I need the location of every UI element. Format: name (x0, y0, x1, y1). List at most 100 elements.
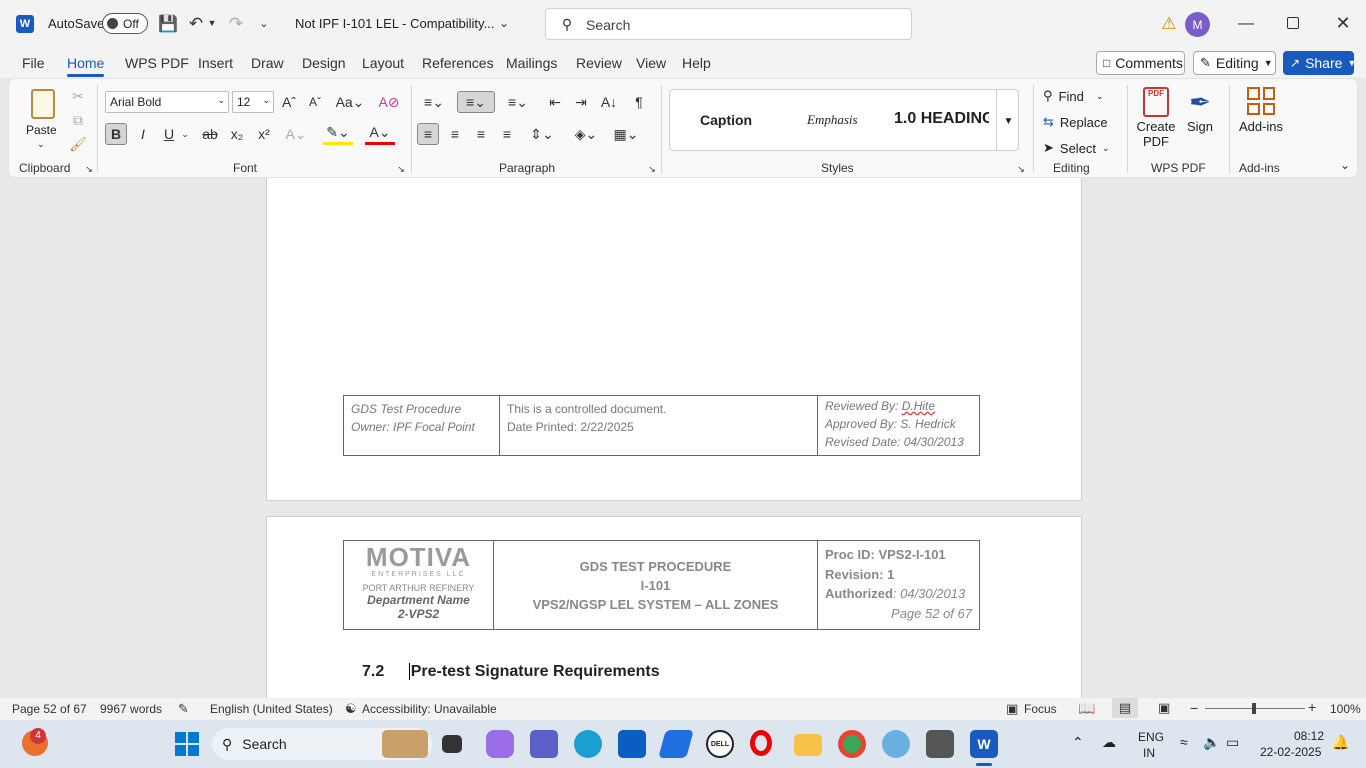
tab-home[interactable]: Home (67, 55, 105, 77)
language-line2[interactable]: IN (1143, 746, 1155, 760)
clock-date[interactable]: 22-02-2025 (1260, 745, 1321, 759)
select-button[interactable]: ➤ Select ⌄ (1043, 137, 1113, 159)
sort-icon[interactable]: A↓ (599, 91, 619, 113)
clock-time[interactable]: 08:12 (1294, 729, 1324, 743)
close-icon[interactable]: ✕ (1333, 13, 1353, 33)
proofing-icon[interactable]: ✎ (178, 701, 189, 717)
tab-draw[interactable]: Draw (251, 55, 284, 71)
decrease-indent-icon[interactable]: ⇤ (545, 91, 565, 113)
zoom-in-icon[interactable]: + (1308, 699, 1316, 715)
underline-button[interactable]: U (159, 123, 179, 145)
search-highlight-icon[interactable] (382, 730, 428, 758)
align-center-button[interactable]: ≡ (445, 123, 465, 145)
shading-icon[interactable]: ◈⌄ (571, 123, 601, 145)
teams-icon[interactable] (530, 730, 558, 758)
app-tool-icon[interactable] (926, 730, 954, 758)
clipboard-launcher-icon[interactable]: ↘ (83, 163, 95, 175)
find-button[interactable]: ⚲ Find ⌄ (1043, 85, 1113, 107)
sign-button[interactable]: ✒ Sign (1181, 85, 1219, 155)
language-line1[interactable]: ENG (1138, 730, 1164, 744)
tab-design[interactable]: Design (302, 55, 346, 71)
zoom-thumb[interactable] (1252, 703, 1256, 714)
align-right-button[interactable]: ≡ (471, 123, 491, 145)
warning-icon[interactable]: ⚠ (1159, 14, 1179, 34)
styles-launcher-icon[interactable]: ↘ (1015, 163, 1027, 175)
edge-icon[interactable] (574, 730, 602, 758)
document-title[interactable]: Not IPF I-101 LEL - Compatibility... (295, 16, 494, 31)
wifi-icon[interactable]: ≈ (1180, 734, 1188, 750)
paste-button[interactable]: Paste ⌄ (23, 85, 61, 155)
styles-more-button[interactable]: ▼ (996, 90, 1018, 150)
accessibility-status[interactable]: Accessibility: Unavailable (362, 702, 497, 716)
justify-button[interactable]: ≡ (497, 123, 517, 145)
avatar[interactable]: M (1185, 12, 1210, 37)
add-ins-button[interactable]: Add-ins (1237, 85, 1285, 155)
grow-font-icon[interactable]: Aˆ (279, 92, 299, 112)
borders-icon[interactable]: ▦⌄ (611, 123, 641, 145)
redo-icon[interactable]: ↷ (226, 14, 246, 34)
minimize-icon[interactable]: — (1236, 14, 1256, 34)
strikethrough-button[interactable]: ab (200, 123, 220, 145)
tab-help[interactable]: Help (682, 55, 711, 71)
zoom-level[interactable]: 100% (1330, 702, 1361, 716)
battery-icon[interactable]: ▭ (1226, 734, 1239, 751)
dell-icon[interactable]: DELL (706, 730, 734, 758)
comments-button[interactable]: □ Comments (1096, 51, 1185, 75)
paragraph-launcher-icon[interactable]: ↘ (646, 163, 658, 175)
bold-button[interactable]: B (105, 123, 127, 145)
tab-view[interactable]: View (636, 55, 666, 71)
page-count[interactable]: Page 52 of 67 (12, 702, 87, 716)
clear-formatting-icon[interactable]: A⊘ (378, 92, 399, 112)
italic-button[interactable]: I (133, 123, 153, 145)
tab-insert[interactable]: Insert (198, 55, 233, 71)
title-chevron-icon[interactable]: ⌄ (496, 15, 512, 31)
tab-references[interactable]: References (422, 55, 494, 71)
cut-icon[interactable]: ✂ (69, 87, 87, 105)
opera-icon[interactable] (750, 730, 772, 756)
app-people-icon[interactable] (882, 730, 910, 758)
create-pdf-button[interactable]: PDF Create PDF (1135, 85, 1177, 155)
chrome-icon[interactable] (838, 730, 866, 758)
collapse-ribbon-icon[interactable]: ⌄ (1337, 157, 1353, 173)
zoom-out-icon[interactable]: − (1190, 700, 1198, 716)
subscript-button[interactable]: x₂ (227, 123, 247, 145)
share-button[interactable]: ↗ Share ▼ (1283, 51, 1356, 75)
search-box[interactable]: ⚲ Search (545, 8, 912, 40)
zoom-slider[interactable] (1205, 703, 1305, 714)
tray-app-icon[interactable]: ☁ (1102, 734, 1116, 751)
copilot-icon[interactable] (486, 730, 514, 758)
print-layout-icon[interactable]: ▤ (1112, 698, 1138, 718)
change-case-icon[interactable]: Aa⌄ (335, 92, 365, 112)
align-left-button[interactable]: ≡ (417, 123, 439, 145)
replace-button[interactable]: ⇆ Replace (1043, 111, 1123, 133)
file-explorer-icon[interactable] (794, 734, 822, 756)
numbering-icon[interactable]: ≡⌄ (457, 91, 495, 113)
text-effects-icon[interactable]: A⌄ (281, 123, 311, 145)
editing-mode-button[interactable]: ✎ Editing ▼ (1193, 51, 1276, 75)
undo-icon[interactable]: ↶ (186, 14, 206, 34)
customize-toolbar-icon[interactable]: ⌄ (256, 15, 272, 31)
show-formatting-icon[interactable]: ¶ (629, 91, 649, 113)
section-heading[interactable]: 7.2 Pre-test Signature Requirements (362, 663, 660, 681)
style-caption[interactable]: Caption (700, 112, 752, 128)
style-heading[interactable]: 1.0 HEADING (894, 110, 989, 128)
underline-chevron-icon[interactable]: ⌄ (179, 125, 191, 143)
tab-review[interactable]: Review (576, 55, 622, 71)
undo-dropdown-icon[interactable]: ▼ (206, 16, 218, 30)
save-icon[interactable]: 💾 (158, 14, 178, 34)
document-area[interactable]: GDS Test Procedure Owner: IPF Focal Poin… (0, 178, 1366, 698)
line-spacing-icon[interactable]: ⇕⌄ (527, 123, 557, 145)
focus-button[interactable]: Focus (1024, 702, 1057, 716)
read-mode-icon[interactable]: 📖 (1078, 700, 1095, 717)
superscript-button[interactable]: x² (254, 123, 274, 145)
font-name-combo[interactable]: Arial Bold ⌄ (105, 91, 229, 113)
show-hidden-icons-icon[interactable]: ⌃ (1072, 734, 1084, 751)
font-color-icon[interactable]: A⌄ (365, 123, 395, 145)
app-arrow-icon[interactable] (658, 730, 694, 758)
word-count[interactable]: 9967 words (100, 702, 162, 716)
bullets-icon[interactable]: ≡⌄ (419, 91, 449, 113)
style-emphasis[interactable]: Emphasis (807, 112, 858, 128)
font-launcher-icon[interactable]: ↘ (395, 163, 407, 175)
task-view-icon[interactable] (442, 735, 462, 753)
restore-icon[interactable] (1287, 17, 1299, 29)
